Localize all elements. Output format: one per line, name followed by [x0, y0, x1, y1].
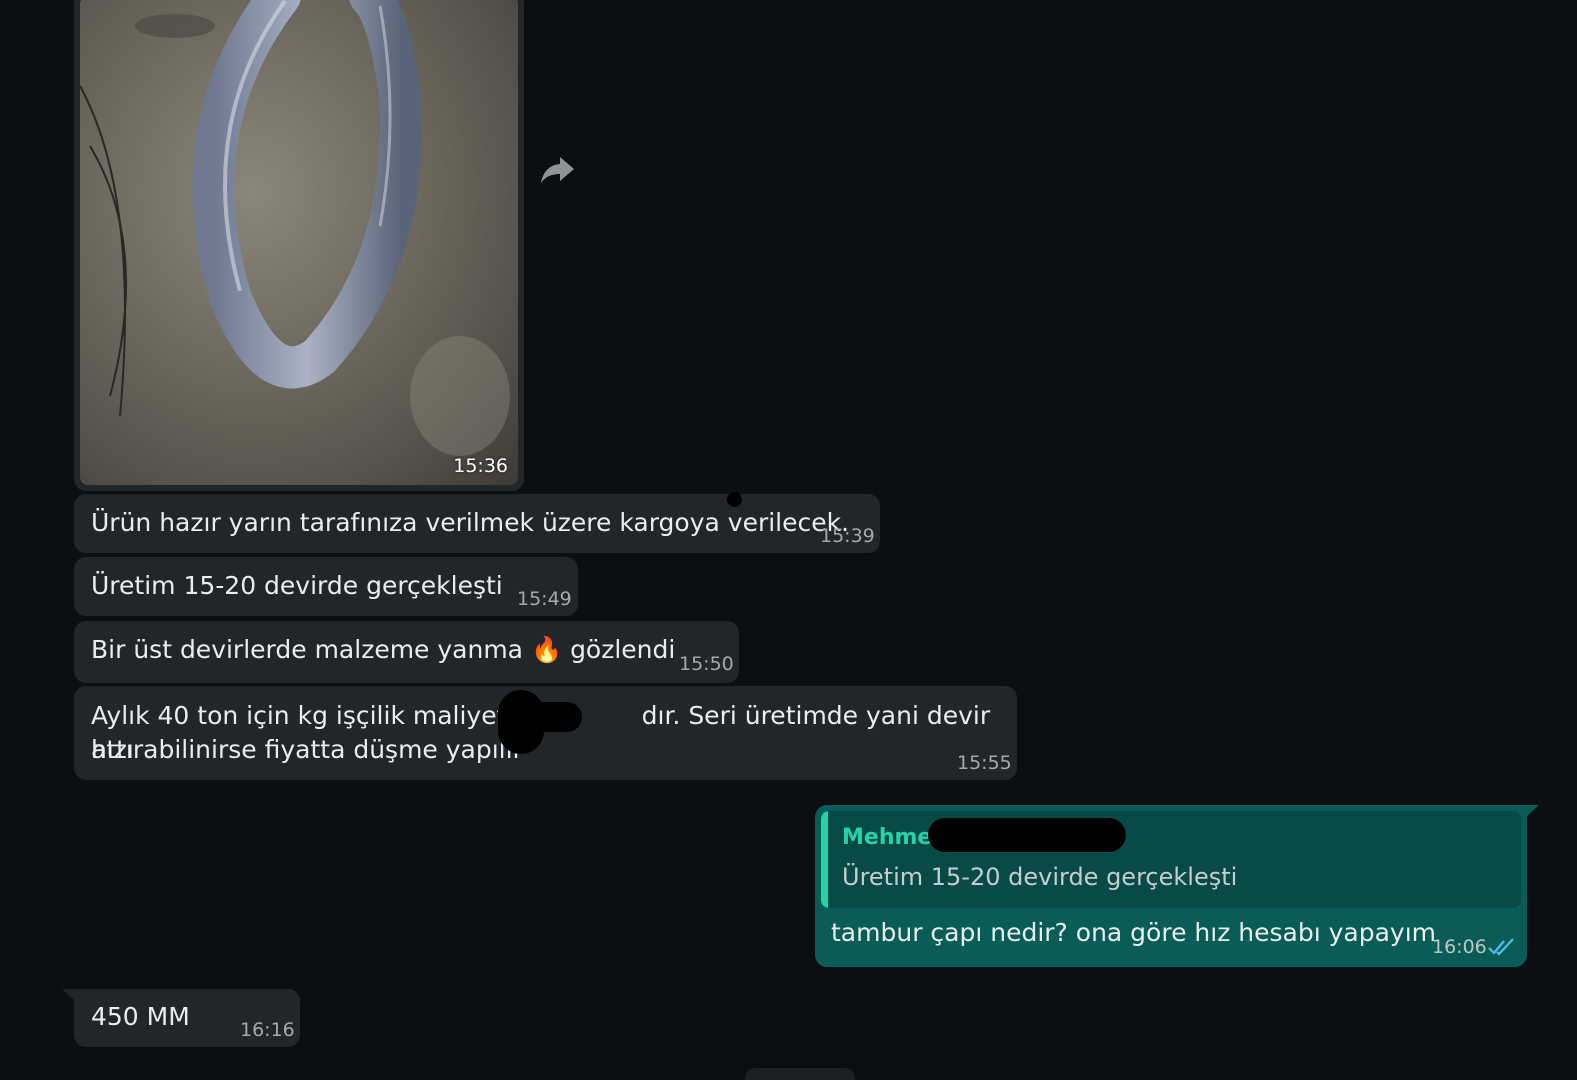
message-text: Ürün hazır yarın tarafınıza verilmek üze…	[91, 508, 850, 537]
message-time: 15:36	[453, 455, 508, 477]
message-text-part: Bir üst devirlerde malzeme yanma	[91, 635, 524, 664]
fire-emoji: 🔥	[530, 635, 563, 664]
message-photo[interactable]: 15:36	[80, 0, 518, 485]
outgoing-message[interactable]: Mehmet Üretim 15-20 devirde gerçekleşti …	[815, 805, 1527, 967]
message-time: 15:39	[820, 525, 875, 547]
message-time: 16:16	[240, 1019, 295, 1041]
message-text: Üretim 15-20 devirde gerçekleşti	[91, 571, 503, 600]
redaction-dot	[727, 492, 742, 507]
quote-text: Üretim 15-20 devirde gerçekleşti	[842, 863, 1238, 891]
chat-pane: 15:36 Ürün hazır yarın tarafınıza verilm…	[0, 0, 1577, 1080]
quote-accent-bar	[821, 811, 828, 908]
message-time: 15:50	[679, 653, 734, 675]
incoming-message[interactable]: Bir üst devirlerde malzeme yanma 🔥 gözle…	[74, 621, 739, 683]
double-check-icon	[1488, 938, 1514, 956]
incoming-message[interactable]: Aylık 40 ton için kg işçilik maliyetim d…	[74, 686, 1017, 780]
message-text: Bir üst devirlerde malzeme yanma 🔥 gözle…	[91, 633, 675, 667]
message-text-part: gözlendi	[570, 635, 676, 664]
message-text-line2: attırabilinirse fiyatta düşme yapılır	[91, 735, 523, 764]
message-text: tambur çapı nedir? ona göre hız hesabı y…	[831, 918, 1436, 947]
image-message[interactable]: 15:36	[74, 0, 524, 491]
scroll-to-bottom-button[interactable]	[745, 1068, 855, 1080]
message-time: 16:06	[1432, 936, 1487, 958]
message-time: 15:49	[517, 588, 572, 610]
redaction-blob	[928, 818, 1126, 852]
message-text-part: Aylık 40 ton için kg işçilik maliyetim	[91, 701, 538, 730]
forward-icon[interactable]	[540, 155, 576, 185]
redaction-blob	[510, 702, 582, 732]
photo-wire-coil	[80, 0, 510, 456]
message-time: 15:55	[957, 752, 1012, 774]
incoming-message[interactable]: Ürün hazır yarın tarafınıza verilmek üze…	[74, 494, 880, 553]
message-text: 450 MM	[91, 1002, 190, 1031]
incoming-message[interactable]: Üretim 15-20 devirde gerçekleşti 15:49	[74, 557, 578, 616]
incoming-message[interactable]: 450 MM 16:16	[74, 989, 300, 1047]
quoted-message[interactable]: Mehmet Üretim 15-20 devirde gerçekleşti	[821, 811, 1521, 908]
